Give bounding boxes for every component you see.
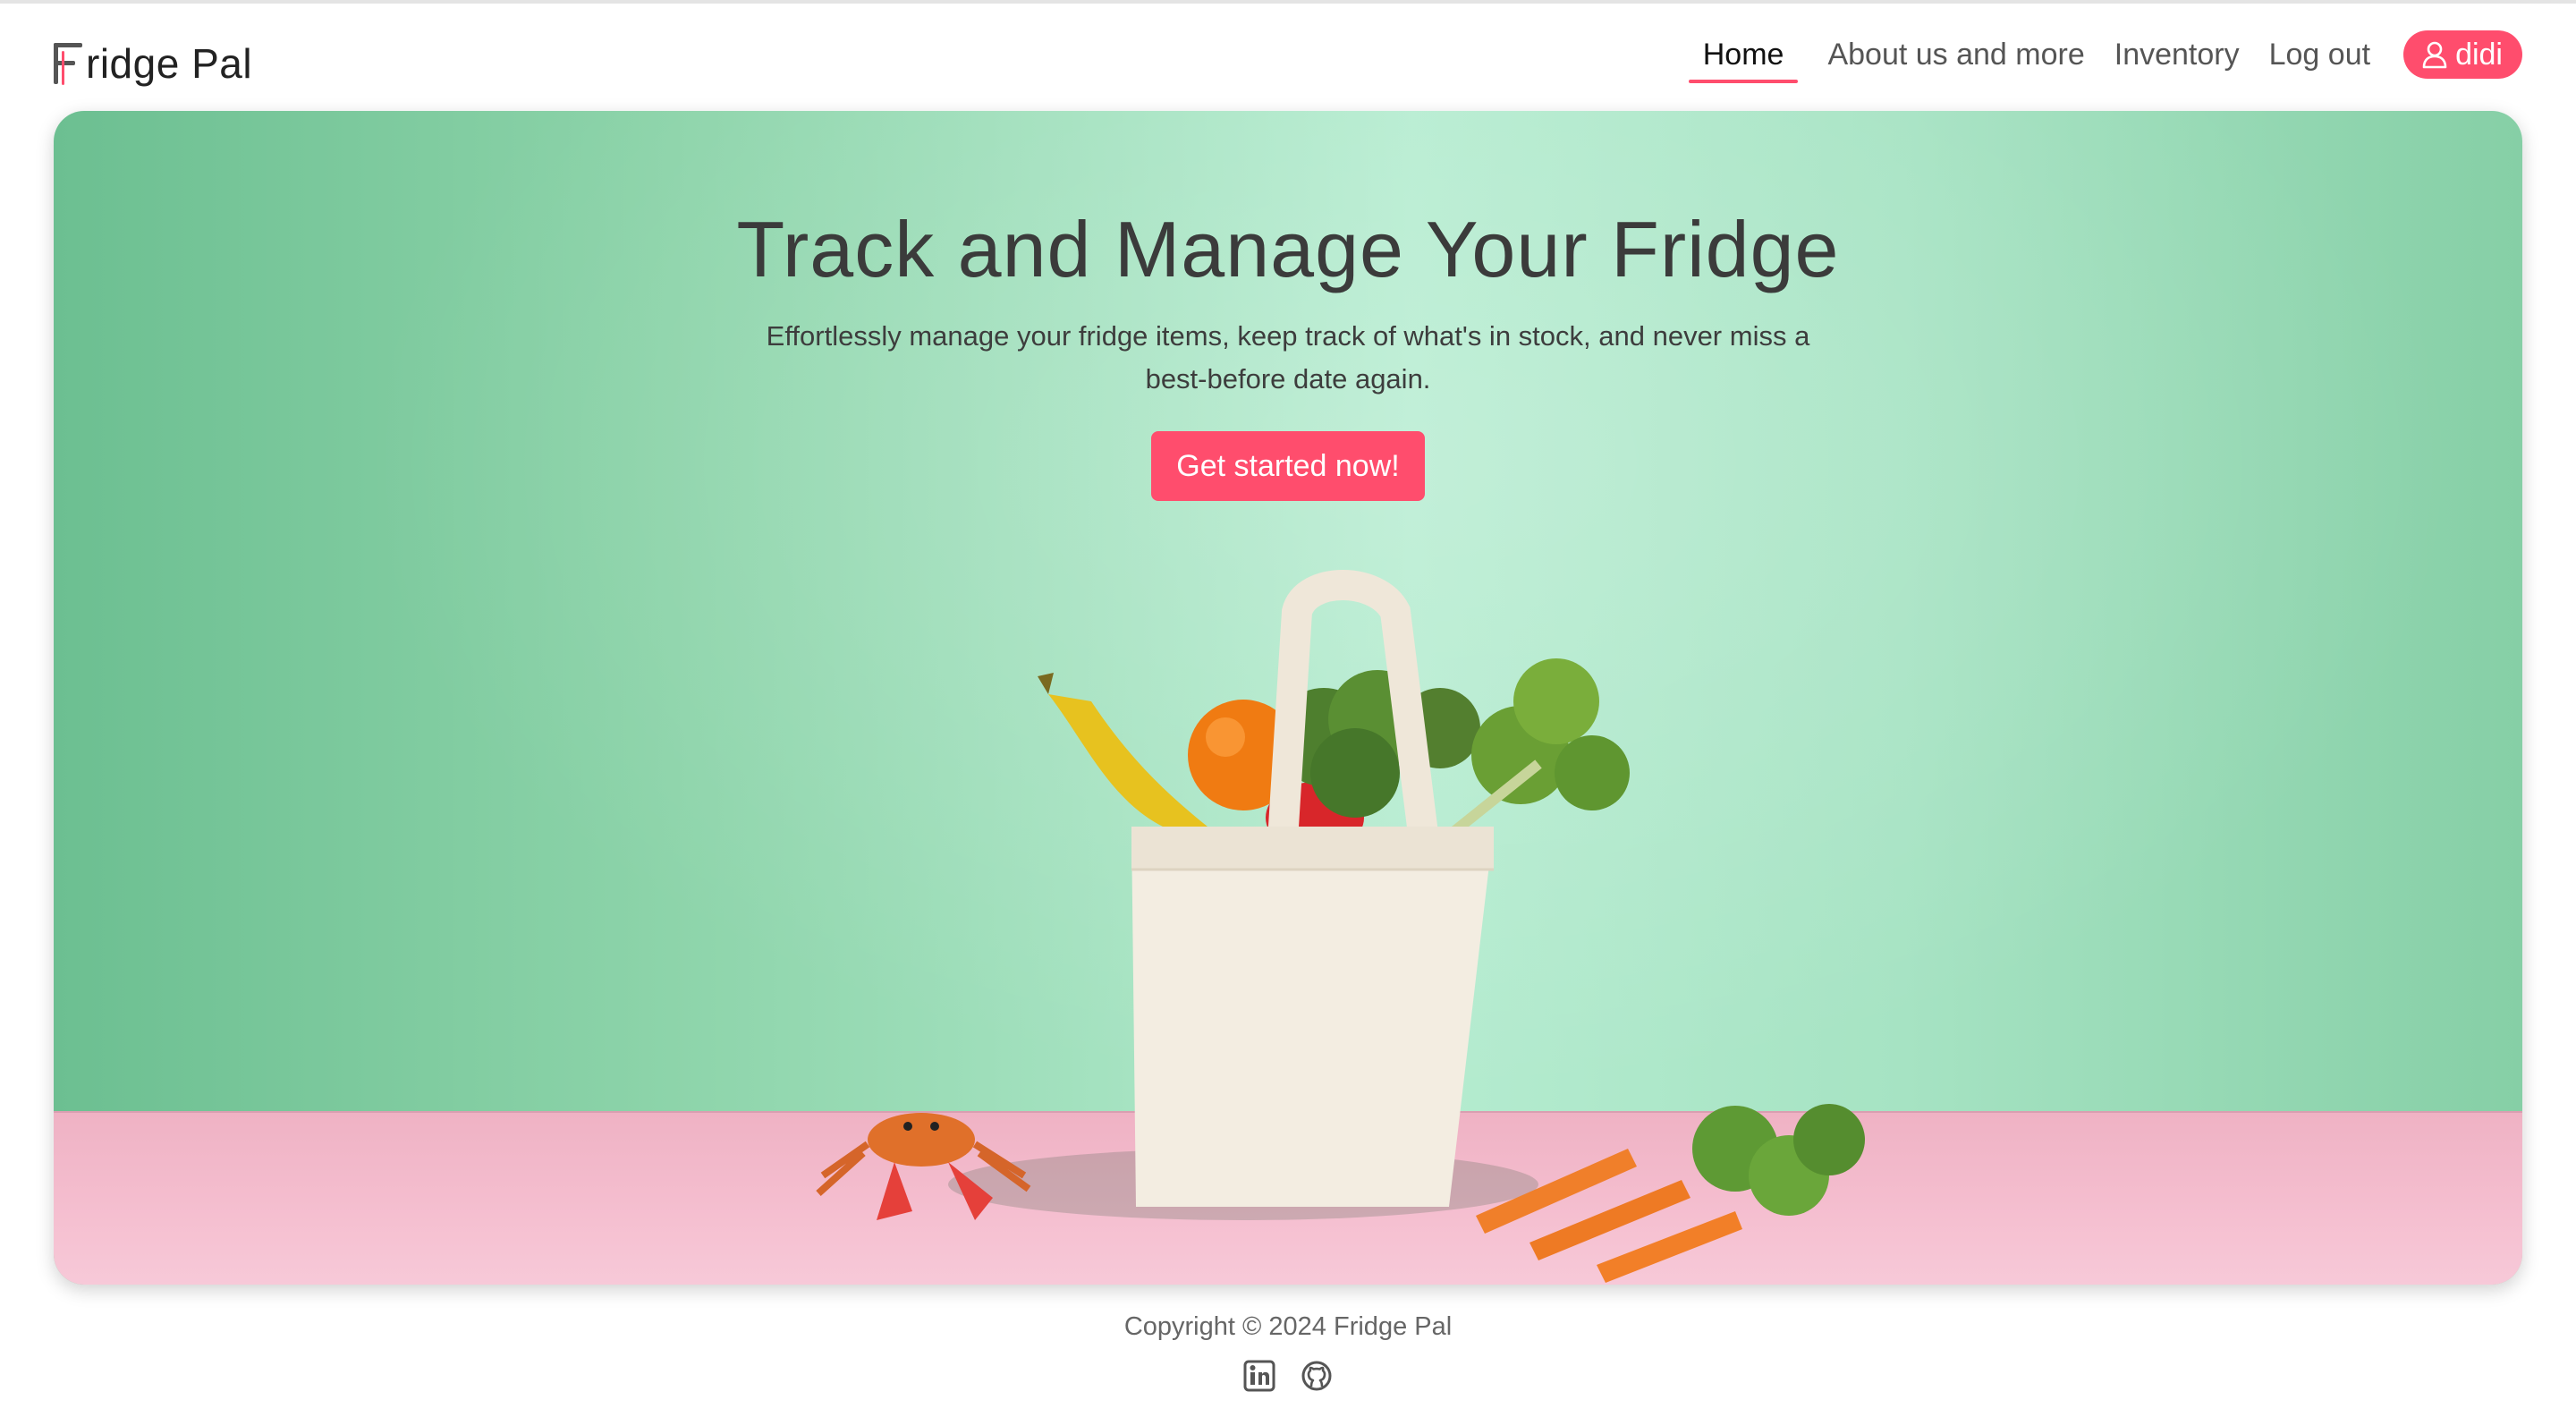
banana [1038, 673, 1208, 827]
brand-logo[interactable]: ridge Pal [52, 25, 252, 88]
carrots [1476, 1104, 1865, 1283]
get-started-button[interactable]: Get started now! [1151, 431, 1425, 501]
nav-inventory[interactable]: Inventory [2114, 33, 2240, 76]
nav-logout[interactable]: Log out [2269, 33, 2370, 76]
brand-name: ridge Pal [86, 40, 253, 87]
tote-bag [1131, 827, 1494, 1207]
hero-content: Track and Manage Your Fridge Effortlessl… [54, 200, 2522, 501]
nav-home[interactable]: Home [1688, 33, 1799, 83]
linkedin-icon[interactable] [1243, 1360, 1275, 1392]
user-icon [2422, 41, 2447, 69]
brand-mark-icon [52, 39, 84, 88]
user-name: didi [2455, 37, 2503, 72]
user-menu-button[interactable]: didi [2403, 30, 2522, 79]
nav-about[interactable]: About us and more [1827, 33, 2084, 76]
leafy-greens [1445, 658, 1630, 840]
hero-subtitle: Effortlessly manage your fridge items, k… [766, 320, 1810, 395]
github-icon[interactable] [1301, 1360, 1333, 1392]
copyright-text: Copyright © 2024 Fridge Pal [1123, 1312, 1453, 1341]
main-nav: Home About us and more Inventory Log out… [1688, 30, 2522, 83]
footer: Copyright © 2024 Fridge Pal [0, 1302, 2576, 1392]
hero-title: Track and Manage Your Fridge [736, 205, 1840, 293]
hero-banner: Track and Manage Your Fridge Effortlessl… [54, 111, 2522, 1285]
social-links [0, 1360, 2576, 1392]
navbar: ridge Pal Home About us and more Invento… [0, 4, 2576, 107]
